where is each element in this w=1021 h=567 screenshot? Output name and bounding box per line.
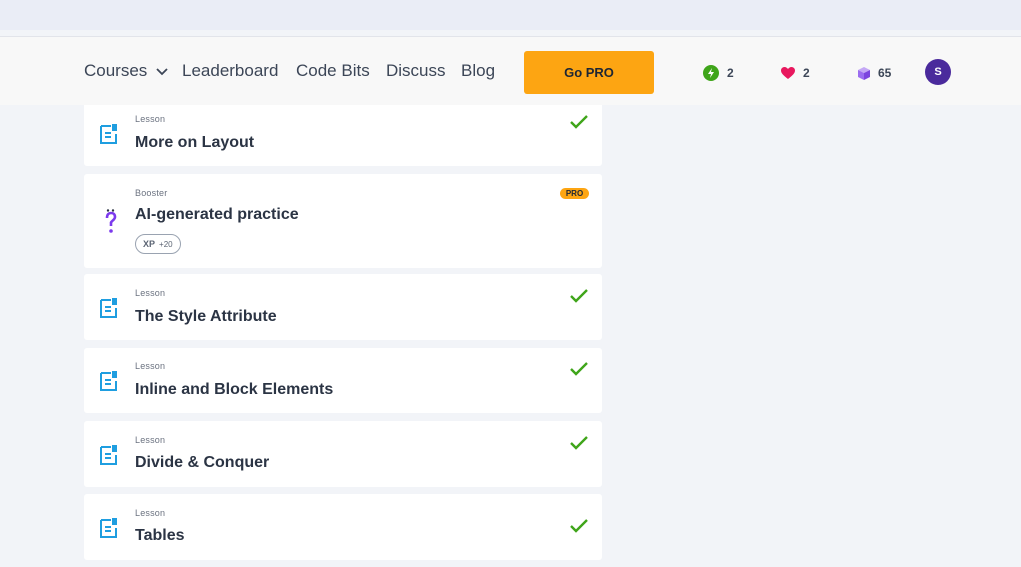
checkmark-icon (570, 289, 588, 303)
streak-count: 2 (727, 66, 734, 80)
checkmark-icon (570, 362, 588, 376)
nav-blog[interactable]: Blog (461, 60, 495, 82)
hearts-counter[interactable]: 2 (781, 64, 810, 82)
xp-amount: +20 (159, 239, 173, 249)
chevron-down-icon (156, 67, 168, 75)
lesson-document-icon (100, 445, 117, 465)
lightning-icon (703, 65, 719, 81)
nav-leaderboard[interactable]: Leaderboard (182, 60, 278, 82)
cube-icon (858, 66, 870, 80)
top-navigation-bar: Courses Leaderboard Code Bits Discuss Bl… (0, 36, 1021, 105)
lesson-card[interactable]: Lesson More on Layout (84, 100, 602, 166)
bits-counter[interactable]: 65 (858, 64, 891, 82)
item-kind: Lesson (135, 288, 166, 298)
item-kind: Lesson (135, 508, 166, 518)
lesson-card[interactable]: Lesson Tables (84, 494, 602, 560)
go-pro-button[interactable]: Go PRO (524, 51, 654, 94)
item-kind: Lesson (135, 114, 166, 124)
xp-label: XP (143, 239, 156, 249)
lesson-card[interactable]: Lesson The Style Attribute (84, 274, 602, 340)
item-kind: Lesson (135, 435, 166, 445)
lesson-document-icon (100, 124, 117, 144)
question-mark-icon (105, 209, 117, 233)
hearts-count: 2 (803, 66, 810, 80)
streak-counter[interactable]: 2 (703, 64, 734, 82)
lesson-document-icon (100, 371, 117, 391)
xp-reward-pill: XP +20 (135, 234, 181, 254)
checkmark-icon (570, 115, 588, 129)
item-kind: Booster (135, 188, 168, 198)
lesson-document-icon (100, 298, 117, 318)
checkmark-icon (570, 519, 588, 533)
lesson-document-icon (100, 518, 117, 538)
item-title: Divide & Conquer (135, 454, 270, 471)
lesson-card[interactable]: Lesson Inline and Block Elements (84, 348, 602, 413)
checkmark-icon (570, 436, 588, 450)
item-kind: Lesson (135, 361, 166, 371)
bits-count: 65 (878, 66, 892, 80)
item-title: Inline and Block Elements (135, 381, 334, 398)
nav-discuss[interactable]: Discuss (386, 60, 446, 82)
heart-icon (781, 66, 795, 79)
item-title: Tables (135, 527, 185, 544)
browser-top-strip (0, 0, 1021, 30)
item-title: AI-generated practice (135, 206, 299, 223)
pro-badge: PRO (560, 188, 589, 199)
nav-courses-label: Courses (84, 61, 148, 80)
item-title: The Style Attribute (135, 308, 277, 325)
user-avatar[interactable]: S (925, 59, 951, 85)
item-title: More on Layout (135, 134, 255, 151)
nav-courses[interactable]: Courses (84, 60, 168, 82)
booster-card[interactable]: Booster AI-generated practice PRO XP +20 (84, 174, 602, 268)
lesson-card[interactable]: Lesson Divide & Conquer (84, 421, 602, 487)
nav-code-bits[interactable]: Code Bits (296, 60, 370, 82)
